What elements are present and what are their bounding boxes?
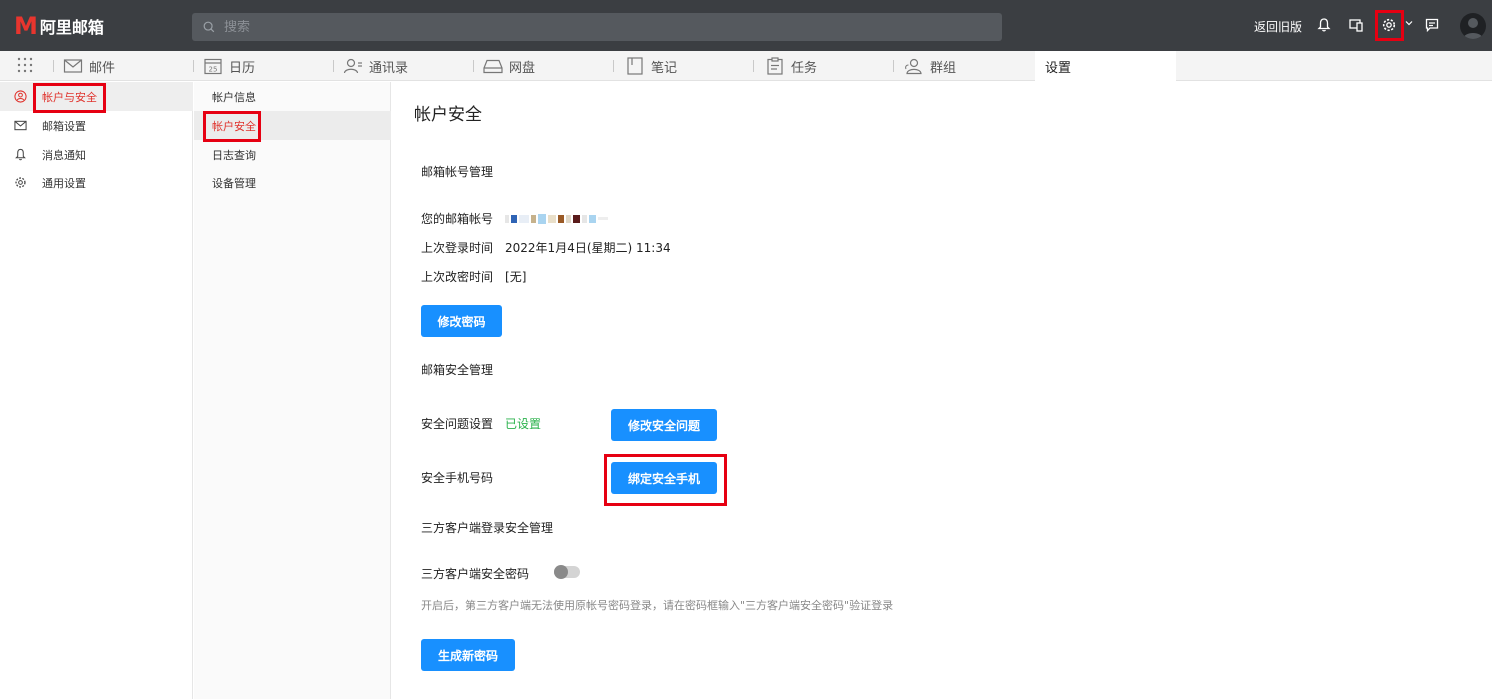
toggle-knob <box>554 565 568 579</box>
logo[interactable]: M 阿里邮箱 <box>14 14 104 38</box>
tab-label: 通讯录 <box>369 60 409 76</box>
security-question-status: 已设置 <box>505 417 542 431</box>
page-title: 帐户安全 <box>414 105 482 125</box>
sidebar-item-general-settings[interactable]: 通用设置 <box>0 168 193 197</box>
section-title-security: 邮箱安全管理 <box>421 363 494 377</box>
email-row: 您的邮箱帐号 <box>421 210 610 227</box>
section-title-thirdparty: 三方客户端登录安全管理 <box>421 521 554 535</box>
main-content: 帐户安全 邮箱帐号管理 您的邮箱帐号 上次登录时间 2022年1月4日(星期二)… <box>392 82 1492 699</box>
mail-settings-icon <box>14 120 27 131</box>
tab-divider <box>613 60 614 72</box>
settings-submenu: 帐户信息 帐户安全 日志查询 设备管理 <box>194 82 391 699</box>
thirdparty-hint: 开启后，第三方客户端无法使用原帐号密码登录，请在密码框输入"三方客户端安全密码"… <box>421 599 894 612</box>
bell-icon <box>15 148 26 161</box>
thirdparty-password-label: 三方客户端安全密码 <box>421 567 530 581</box>
change-security-question-button[interactable]: 修改安全问题 <box>611 409 717 441</box>
tab-divider <box>53 60 54 72</box>
tab-drive[interactable]: 网盘 <box>483 51 535 81</box>
tab-label: 网盘 <box>509 60 536 76</box>
last-login-label: 上次登录时间 <box>421 241 494 255</box>
task-icon <box>767 57 783 75</box>
tab-calendar[interactable]: 25 日历 <box>203 51 255 81</box>
logo-text: 阿里邮箱 <box>39 18 104 37</box>
tab-divider <box>893 60 894 72</box>
tab-label: 邮件 <box>89 60 116 76</box>
sidebar-item-label: 消息通知 <box>42 148 86 162</box>
tab-tasks[interactable]: 任务 <box>765 51 817 81</box>
search-bar[interactable] <box>192 13 1002 41</box>
mail-icon <box>63 59 83 73</box>
last-password-value: [无] <box>505 270 527 284</box>
avatar[interactable] <box>1460 13 1486 39</box>
drive-icon <box>483 59 503 74</box>
highlight-box-sidebar <box>33 83 106 113</box>
tab-divider <box>753 60 754 72</box>
security-question-label: 安全问题设置 <box>421 417 494 431</box>
apps-grid-icon[interactable] <box>17 57 33 73</box>
email-value-masked <box>505 212 610 226</box>
highlight-box-submenu <box>203 111 261 142</box>
tab-label: 任务 <box>791 60 818 76</box>
tab-mail[interactable]: 邮件 <box>63 51 115 81</box>
last-login-row: 上次登录时间 2022年1月4日(星期二) 11:34 <box>421 239 671 256</box>
email-label: 您的邮箱帐号 <box>421 212 494 226</box>
search-input[interactable] <box>224 19 984 35</box>
sidebar-item-mailbox-settings[interactable]: 邮箱设置 <box>0 111 193 140</box>
bell-icon[interactable] <box>1314 15 1334 35</box>
security-phone-row: 安全手机号码 <box>421 469 493 486</box>
sidebar-item-notifications[interactable]: 消息通知 <box>0 140 193 169</box>
message-icon[interactable] <box>1422 15 1442 35</box>
section-title-account: 邮箱帐号管理 <box>421 165 494 179</box>
tab-settings[interactable]: 设置 <box>1035 51 1176 81</box>
note-icon <box>627 57 643 75</box>
generate-new-password-button[interactable]: 生成新密码 <box>421 639 515 671</box>
security-question-row: 安全问题设置 已设置 <box>421 415 541 432</box>
thirdparty-password-row: 三方客户端安全密码 <box>421 565 529 582</box>
submenu-item-device-management[interactable]: 设备管理 <box>194 168 391 197</box>
logo-mark: M <box>14 12 38 40</box>
group-icon <box>905 58 922 75</box>
tab-divider <box>333 60 334 72</box>
security-phone-label: 安全手机号码 <box>421 471 494 485</box>
tab-groups[interactable]: 群组 <box>904 51 956 81</box>
tab-contacts[interactable]: 通讯录 <box>343 51 408 81</box>
thirdparty-password-toggle[interactable] <box>554 565 580 579</box>
tab-label: 笔记 <box>651 60 678 76</box>
highlight-box-gear <box>1375 10 1404 41</box>
tab-divider <box>473 60 474 72</box>
last-login-value: 2022年1月4日(星期二) 11:34 <box>505 241 671 255</box>
top-bar: M 阿里邮箱 返回旧版 <box>0 0 1492 51</box>
user-icon <box>1463 18 1483 39</box>
settings-sidebar: 帐户与安全 邮箱设置 消息通知 通用设置 <box>0 82 193 699</box>
search-icon <box>203 21 215 33</box>
change-password-button[interactable]: 修改密码 <box>421 305 502 337</box>
contacts-icon <box>343 58 362 74</box>
tab-label: 群组 <box>930 60 957 76</box>
old-version-link[interactable]: 返回旧版 <box>1254 18 1302 35</box>
gear-icon <box>15 177 26 188</box>
sidebar-item-label: 通用设置 <box>42 176 86 190</box>
chevron-down-icon[interactable] <box>1405 19 1413 27</box>
module-tab-bar: 邮件 25 日历 通讯录 网盘 笔记 任务 群组 设置 <box>0 51 1492 81</box>
tab-label: 设置 <box>1045 60 1072 76</box>
submenu-item-account-info[interactable]: 帐户信息 <box>194 82 391 111</box>
user-circle-icon <box>14 90 27 103</box>
calendar-day: 25 <box>209 66 218 74</box>
devices-icon[interactable] <box>1346 15 1366 35</box>
tab-label: 日历 <box>229 60 256 76</box>
sidebar-item-label: 邮箱设置 <box>42 119 86 133</box>
last-password-label: 上次改密时间 <box>421 270 494 284</box>
submenu-item-log-query[interactable]: 日志查询 <box>194 140 391 169</box>
calendar-icon: 25 <box>204 58 222 75</box>
tab-divider <box>193 60 194 72</box>
tab-notes[interactable]: 笔记 <box>625 51 677 81</box>
last-password-change-row: 上次改密时间 [无] <box>421 268 526 285</box>
highlight-box-bind-phone <box>604 454 727 506</box>
